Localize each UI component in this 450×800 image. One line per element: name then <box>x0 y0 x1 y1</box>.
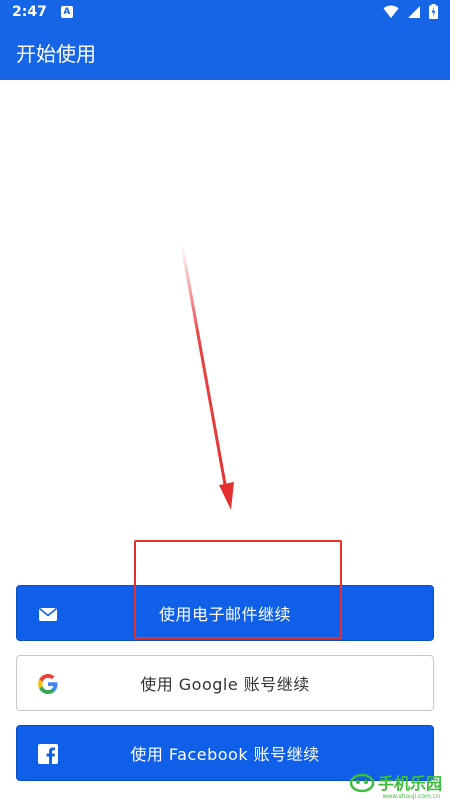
status-bar: 2:47 A <box>0 0 450 24</box>
status-time: 2:47 <box>12 4 47 20</box>
annotation-highlight-box <box>134 540 342 639</box>
battery-charging-icon <box>429 4 438 19</box>
facebook-button-label: 使用 Facebook 账号继续 <box>130 745 320 764</box>
status-indicators <box>383 4 438 19</box>
watermark-logo-icon <box>349 773 375 793</box>
watermark-url: www.shouji.com.cn <box>382 793 440 800</box>
app-bar: 开始使用 <box>0 24 450 80</box>
signal-icon <box>408 5 420 18</box>
notification-a-icon: A <box>60 6 73 18</box>
watermark: 手机乐园 <box>349 770 442 794</box>
continue-with-google-button[interactable]: 使用 Google 账号继续 <box>16 655 434 711</box>
page-title: 开始使用 <box>16 41 96 66</box>
google-logo-icon <box>38 674 58 694</box>
watermark-brand: 手机乐园 <box>377 774 442 793</box>
google-button-label: 使用 Google 账号继续 <box>140 675 310 694</box>
mail-icon <box>38 607 58 621</box>
wifi-icon <box>383 5 399 18</box>
facebook-logo-icon <box>38 744 58 764</box>
